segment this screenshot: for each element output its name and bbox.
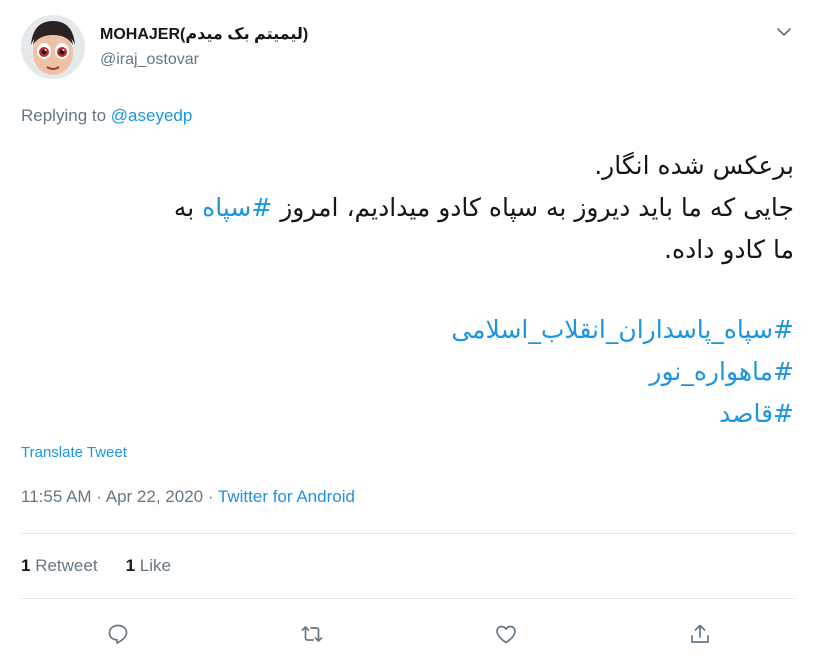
display-name[interactable]: MOHAJER(لیمیتم بک میدم) — [100, 24, 308, 44]
tweet-line: برعکس شده انگار. — [594, 151, 794, 180]
translate-tweet-link[interactable]: Translate Tweet — [21, 444, 127, 461]
tweet-text-segment: به — [173, 193, 203, 222]
like-label: Like — [139, 556, 171, 575]
divider — [21, 598, 795, 599]
chevron-down-icon — [777, 28, 791, 36]
replying-to-label: Replying to — [21, 106, 111, 125]
share-icon — [691, 624, 709, 643]
divider — [21, 533, 795, 534]
replying-to: Replying to @aseyedp — [21, 106, 192, 126]
reply-button[interactable] — [104, 620, 132, 648]
tweet-source-link[interactable]: Twitter for Android — [218, 487, 355, 506]
share-button[interactable] — [686, 620, 714, 648]
retweet-label: Retweet — [35, 556, 98, 575]
like-button[interactable] — [492, 620, 520, 648]
retweets-stat[interactable]: 1 Retweet — [21, 556, 98, 575]
hashtag-link[interactable]: #ماهواره_نور — [649, 357, 794, 386]
retweet-count: 1 — [21, 556, 31, 575]
like-count: 1 — [125, 556, 136, 575]
meta-separator: · — [91, 487, 106, 506]
tweet-line: ما کادو داده. — [664, 235, 794, 264]
hashtag-link[interactable]: #قاصد — [719, 399, 794, 428]
tweet-text: برعکس شده انگار. جایی که ما باید دیروز ب… — [4, 145, 794, 435]
hashtag-link[interactable]: #سپاه — [202, 193, 272, 222]
tweet-line: جایی که ما باید دیروز به سپاه کادو میداد… — [4, 187, 794, 229]
tweet-time[interactable]: 11:55 AM — [21, 487, 92, 506]
reply-mention-link[interactable]: @aseyedp — [111, 106, 193, 125]
tweet-meta: 11:55 AM · Apr 22, 2020 · Twitter for An… — [21, 487, 355, 507]
hashtag-link[interactable]: #سپاه_پاسداران_انقلاب_اسلامی — [451, 315, 794, 344]
heart-icon — [496, 625, 516, 644]
user-handle[interactable]: @iraj_ostovar — [100, 51, 199, 69]
avatar[interactable] — [21, 15, 85, 79]
tweet-date[interactable]: Apr 22, 2020 — [106, 487, 203, 506]
retweet-icon — [301, 626, 323, 642]
more-options-button[interactable] — [772, 20, 796, 44]
reply-icon — [108, 624, 128, 644]
tweet-text-segment: جایی که ما باید دیروز به سپاه کادو میداد… — [272, 193, 794, 222]
tweet-stats: 1 Retweet 1 Like — [21, 556, 171, 576]
likes-stat[interactable]: 1 Like — [126, 556, 171, 575]
avatar-image — [21, 15, 85, 79]
retweet-button[interactable] — [298, 620, 326, 648]
meta-separator: · — [203, 487, 218, 506]
